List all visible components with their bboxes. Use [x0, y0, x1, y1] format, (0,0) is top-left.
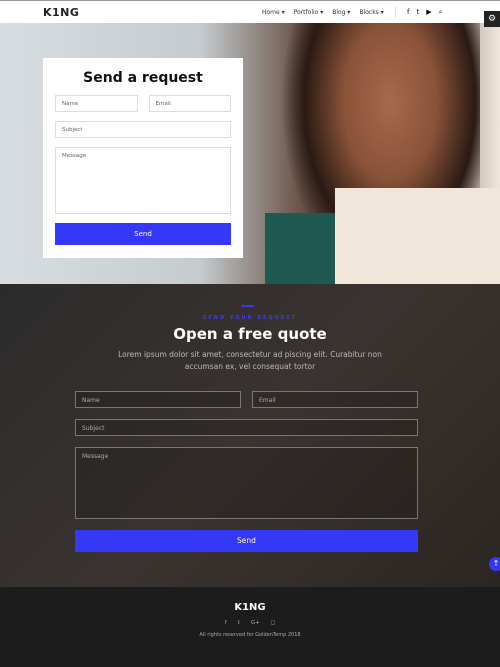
- main-menu: Home ▾ Portfolio ▾ Blog ▾ Blocks ▾: [262, 9, 384, 16]
- facebook-icon[interactable]: f: [407, 8, 409, 17]
- footer-logo: K1NG: [234, 602, 266, 613]
- twitter-icon[interactable]: t: [416, 8, 419, 17]
- gear-icon[interactable]: ⚙: [484, 11, 500, 27]
- quote-title: Open a free quote: [173, 325, 327, 343]
- message-input[interactable]: Message: [75, 447, 418, 519]
- facebook-icon[interactable]: f: [225, 620, 227, 626]
- email-input[interactable]: Email: [252, 391, 418, 408]
- menu-blog[interactable]: Blog ▾: [332, 9, 350, 16]
- message-input[interactable]: Message: [55, 147, 231, 214]
- email-input[interactable]: Email: [148, 95, 231, 112]
- send-button[interactable]: Send: [55, 223, 231, 245]
- subject-input[interactable]: Subject: [55, 121, 231, 138]
- accent-bar: [241, 305, 254, 307]
- name-input[interactable]: Name: [55, 95, 138, 112]
- logo[interactable]: K1NG: [43, 6, 79, 19]
- youtube-icon[interactable]: ▶: [426, 8, 431, 17]
- divider: [395, 7, 396, 18]
- menu-blocks[interactable]: Blocks ▾: [359, 9, 383, 16]
- top-nav: K1NG Home ▾ Portfolio ▾ Blog ▾ Blocks ▾ …: [0, 0, 500, 23]
- google-plus-icon[interactable]: G+: [251, 620, 260, 626]
- scroll-top-icon[interactable]: ↑: [489, 557, 500, 571]
- nav-social: f t ▶ ⌕: [407, 8, 443, 17]
- subject-input[interactable]: Subject: [75, 419, 418, 436]
- kicker: SEND YOUR REQUEST: [202, 315, 298, 321]
- footer: K1NG f t G+ ◻ All rights reserved for Go…: [0, 587, 500, 667]
- search-icon[interactable]: ⌕: [439, 8, 443, 17]
- twitter-icon[interactable]: t: [238, 620, 240, 626]
- instagram-icon[interactable]: ◻: [271, 620, 276, 626]
- request-form: Send a request Name Email Subject Messag…: [43, 58, 243, 258]
- menu-home[interactable]: Home ▾: [262, 9, 285, 16]
- menu-portfolio[interactable]: Portfolio ▾: [294, 9, 324, 16]
- quote-section: SEND YOUR REQUEST Open a free quote Lore…: [0, 284, 500, 587]
- hero-image-detail: [335, 188, 500, 284]
- name-input[interactable]: Name: [75, 391, 241, 408]
- footer-social: f t G+ ◻: [0, 620, 500, 626]
- send-button[interactable]: Send: [75, 530, 418, 552]
- copyright: All rights reserved for GoldenTemp 2018: [199, 632, 301, 638]
- hero-image-detail: [265, 213, 335, 284]
- form-title: Send a request: [83, 70, 203, 86]
- quote-description: Lorem ipsum dolor sit amet, consectetur …: [118, 350, 382, 371]
